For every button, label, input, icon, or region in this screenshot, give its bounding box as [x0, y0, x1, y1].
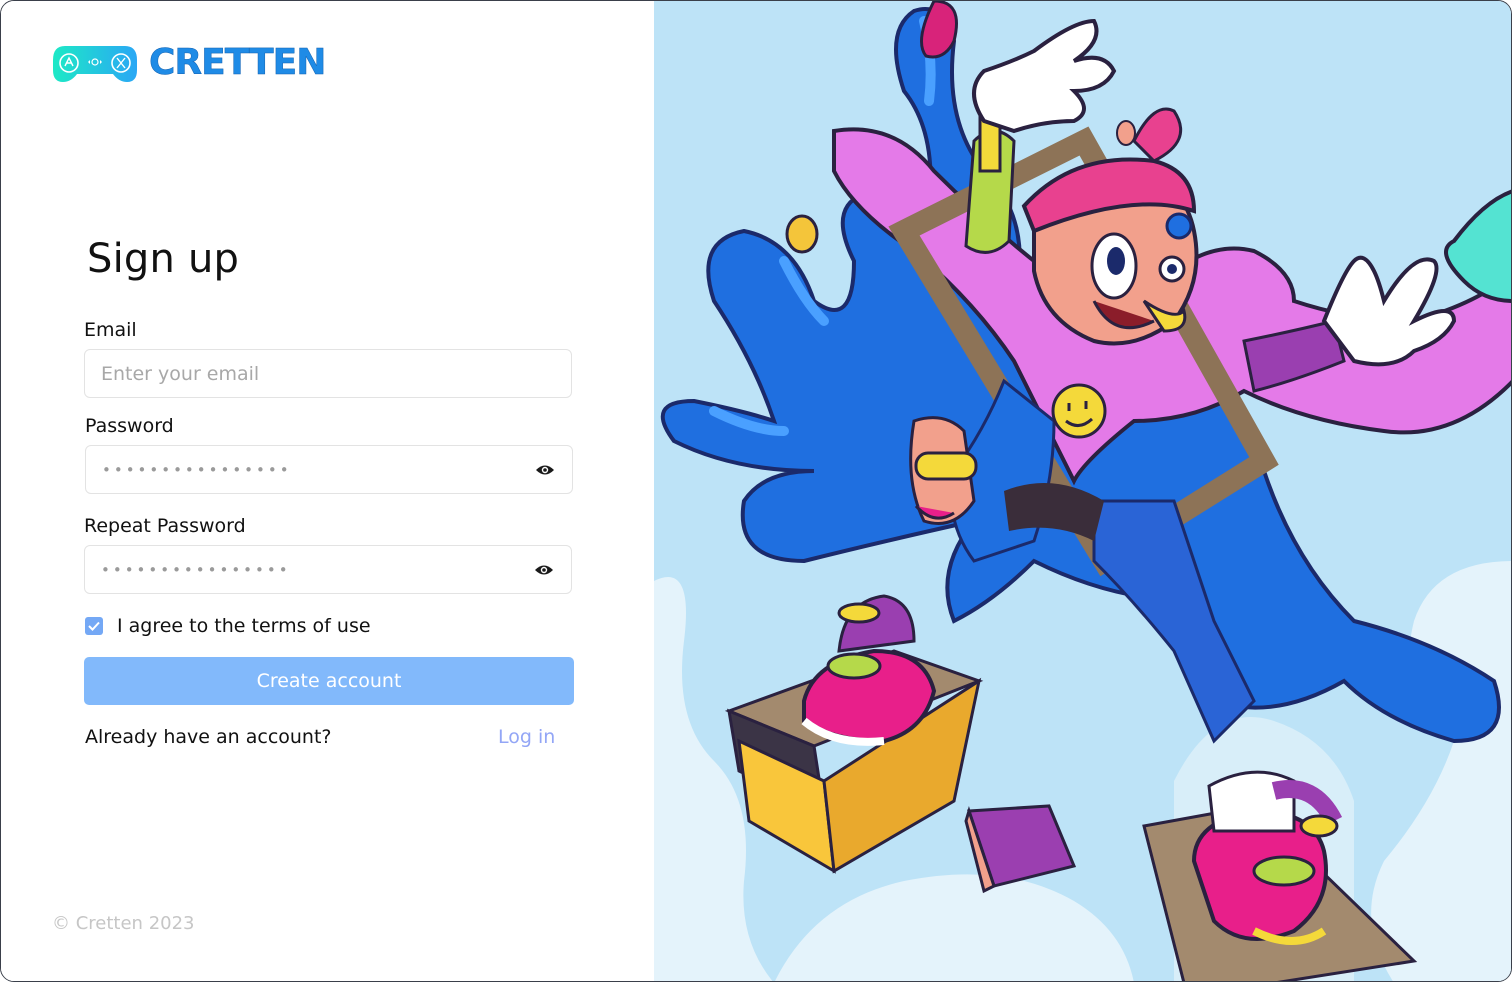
- email-label: Email: [84, 319, 137, 341]
- gamepad-icon: [53, 46, 137, 82]
- email-field-wrapper: [84, 349, 572, 398]
- terms-row: I agree to the terms of use: [85, 615, 371, 637]
- login-link[interactable]: Log in: [498, 726, 555, 748]
- terms-checkbox[interactable]: [85, 617, 103, 635]
- hero-illustration: [654, 1, 1511, 981]
- email-field[interactable]: [101, 350, 555, 397]
- repeat-password-masked-value[interactable]: ••••••••••••••••: [101, 561, 533, 579]
- left-shoe: [801, 594, 937, 746]
- signup-panel: CRETTEN Sign up Email Password •••••••••…: [1, 1, 654, 981]
- page-title: Sign up: [87, 236, 240, 282]
- repeat-password-label: Repeat Password: [84, 515, 246, 537]
- character-head: [1021, 107, 1199, 346]
- eye-icon[interactable]: [534, 463, 556, 477]
- app-window: CRETTEN Sign up Email Password •••••••••…: [0, 0, 1512, 982]
- floating-box-small: [964, 804, 1077, 894]
- repeat-password-field[interactable]: ••••••••••••••••: [84, 545, 572, 594]
- password-field[interactable]: ••••••••••••••••: [85, 445, 573, 494]
- terms-label: I agree to the terms of use: [117, 615, 371, 637]
- copyright: © Cretten 2023: [52, 913, 195, 934]
- paint-splash-character-illustration: [654, 1, 1511, 981]
- checkmark-icon: [88, 621, 100, 631]
- login-prompt: Already have an account?: [85, 726, 332, 748]
- password-label: Password: [85, 415, 174, 437]
- brand-wordmark: CRETTEN: [149, 42, 327, 83]
- create-account-button[interactable]: Create account: [84, 657, 574, 705]
- password-masked-value[interactable]: ••••••••••••••••: [102, 461, 534, 479]
- brand-logo[interactable]: CRETTEN: [51, 41, 327, 85]
- eye-icon[interactable]: [533, 563, 555, 577]
